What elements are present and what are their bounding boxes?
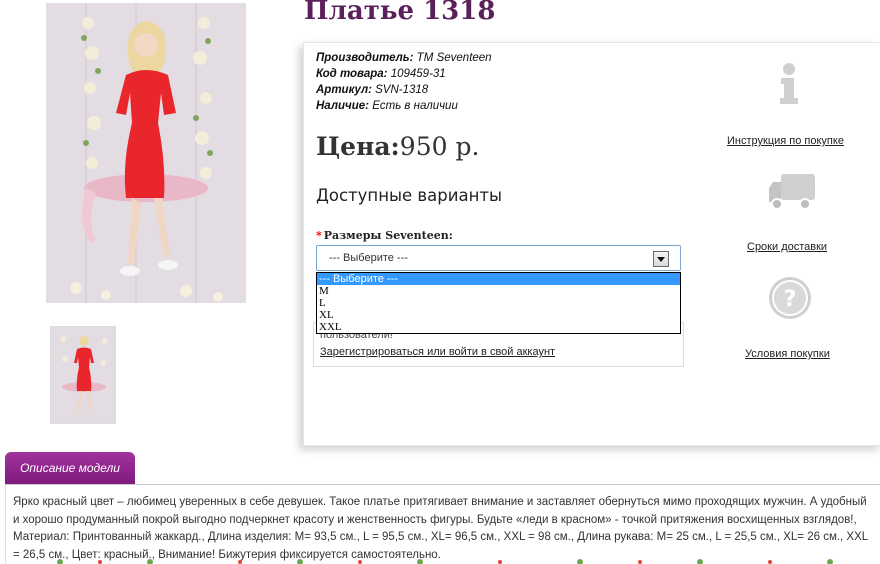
question-icon[interactable]: ?	[768, 276, 812, 320]
delivery-link[interactable]: Сроки доставки	[747, 241, 827, 253]
size-option[interactable]: XXL	[317, 321, 680, 333]
info-icon[interactable]	[776, 62, 802, 106]
article-value: SVN-1318	[375, 84, 429, 96]
tab-description[interactable]: Описание модели	[5, 452, 135, 485]
product-thumbnail[interactable]	[50, 326, 116, 424]
price-label: Цена:	[316, 132, 400, 161]
size-option[interactable]: --- Выберите ---	[317, 273, 680, 285]
truck-icon[interactable]	[767, 172, 817, 212]
product-meta: Производитель: ТМ Seventeen Код товара: …	[316, 50, 492, 114]
price: Цена:950 р.	[316, 132, 479, 161]
size-option[interactable]: XL	[317, 309, 680, 321]
code-label: Код товара:	[316, 68, 388, 80]
required-mark: *	[316, 229, 322, 242]
article-label: Артикул:	[316, 84, 372, 96]
garland-decoration	[57, 559, 833, 564]
manufacturer-row: Производитель: ТМ Seventeen	[316, 50, 492, 66]
size-label-text: Размеры Seventeen:	[323, 229, 453, 242]
manufacturer-label: Производитель:	[316, 52, 414, 64]
article-row: Артикул: SVN-1318	[316, 82, 492, 98]
size-label: * Размеры Seventeen:	[316, 229, 453, 242]
size-select[interactable]: --- Выберите ---	[316, 245, 681, 271]
svg-text:?: ?	[784, 287, 797, 312]
dress-thumbnail-photo	[51, 327, 115, 423]
page-title: Платье 1318	[304, 0, 496, 26]
product-main-image[interactable]	[46, 3, 246, 303]
stock-row: Наличие: Есть в наличии	[316, 98, 492, 114]
terms-link[interactable]: Условия покупки	[745, 348, 830, 360]
size-option[interactable]: L	[317, 297, 680, 309]
instruction-link[interactable]: Инструкция по покупке	[727, 135, 844, 147]
stock-value: Есть в наличии	[372, 100, 458, 112]
size-select-value: --- Выберите ---	[329, 252, 408, 264]
dress-photo	[46, 3, 246, 303]
size-option[interactable]: M	[317, 285, 680, 297]
code-value: 109459-31	[390, 68, 446, 80]
size-dropdown-list[interactable]: --- Выберите --- M L XL XXL	[316, 272, 681, 334]
chevron-down-icon[interactable]	[653, 251, 669, 267]
description-text: Ярко красный цвет – любимец уверенных в …	[13, 496, 868, 561]
price-value: 950 р.	[399, 132, 480, 161]
manufacturer-value: ТМ Seventeen	[416, 52, 492, 64]
register-link[interactable]: Зарегистрироваться или войти в свой акка…	[320, 346, 555, 358]
stock-label: Наличие:	[316, 100, 369, 112]
code-row: Код товара: 109459-31	[316, 66, 492, 82]
variants-heading: Доступные варианты	[316, 186, 503, 205]
